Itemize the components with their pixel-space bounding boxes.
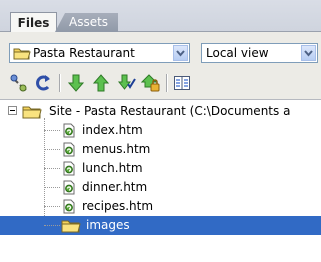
tree-connector — [44, 225, 60, 226]
tree-item-menus[interactable]: menus.htm — [0, 140, 321, 159]
tree-item-recipes[interactable]: recipes.htm — [0, 197, 321, 216]
file-tree: Site - Pasta Restaurant (C:\Documents a … — [0, 100, 321, 262]
tree-item-dinner[interactable]: dinner.htm — [0, 178, 321, 197]
tree-item-images[interactable]: images — [0, 216, 321, 235]
tree-connector — [44, 187, 60, 188]
chevron-down-icon — [304, 50, 313, 57]
collapse-toggle[interactable] — [8, 106, 17, 115]
folder-icon — [22, 104, 42, 122]
site-select[interactable]: Pasta Restaurant — [9, 43, 190, 63]
tree-connector — [44, 168, 60, 169]
tree-root-row[interactable]: Site - Pasta Restaurant (C:\Documents a — [0, 102, 321, 121]
site-select-dropdown-button[interactable] — [173, 45, 188, 61]
expand-site-icon[interactable] — [172, 73, 192, 93]
tab-assets[interactable]: Assets — [55, 13, 119, 32]
refresh-icon[interactable] — [33, 73, 53, 93]
get-files-icon[interactable] — [66, 73, 86, 93]
toolbar-separator — [59, 74, 60, 92]
html-file-icon — [62, 161, 76, 179]
tree-item-label: menus.htm — [82, 142, 151, 156]
html-file-icon — [62, 180, 76, 198]
tree-item-label: recipes.htm — [82, 199, 154, 213]
site-select-value: Pasta Restaurant — [33, 46, 135, 60]
tree-item-label: dinner.htm — [82, 180, 148, 194]
check-in-icon[interactable] — [140, 73, 161, 93]
view-select-dropdown-button[interactable] — [301, 45, 316, 61]
files-toolbar: Pasta Restaurant Local view — [0, 32, 321, 100]
tree-root-label: Site - Pasta Restaurant (C:\Documents a — [49, 104, 291, 118]
put-files-icon[interactable] — [91, 73, 111, 93]
html-file-icon — [62, 123, 76, 141]
tree-item-label: index.htm — [82, 123, 143, 137]
tree-item-label: lunch.htm — [82, 161, 143, 175]
files-panel: Files Assets Pasta Restaurant Local view — [0, 0, 321, 262]
toolbar-icon-row — [0, 71, 321, 95]
tree-item-lunch[interactable]: lunch.htm — [0, 159, 321, 178]
tree-item-index[interactable]: index.htm — [0, 121, 321, 140]
tree-connector — [44, 149, 60, 150]
tree-connector — [44, 206, 60, 207]
view-select-value: Local view — [206, 46, 269, 60]
connect-icon[interactable] — [9, 73, 29, 93]
panel-tab-bar: Files Assets — [0, 0, 321, 34]
tab-files[interactable]: Files — [10, 12, 57, 34]
folder-icon — [13, 46, 31, 63]
tree-connector — [44, 130, 60, 131]
folder-icon — [61, 218, 81, 236]
check-out-icon[interactable] — [116, 73, 136, 93]
html-file-icon — [62, 199, 76, 217]
tree-item-label: images — [86, 218, 130, 232]
toolbar-separator — [166, 74, 167, 92]
chevron-down-icon — [176, 50, 185, 57]
view-select[interactable]: Local view — [201, 43, 318, 63]
html-file-icon — [62, 142, 76, 160]
